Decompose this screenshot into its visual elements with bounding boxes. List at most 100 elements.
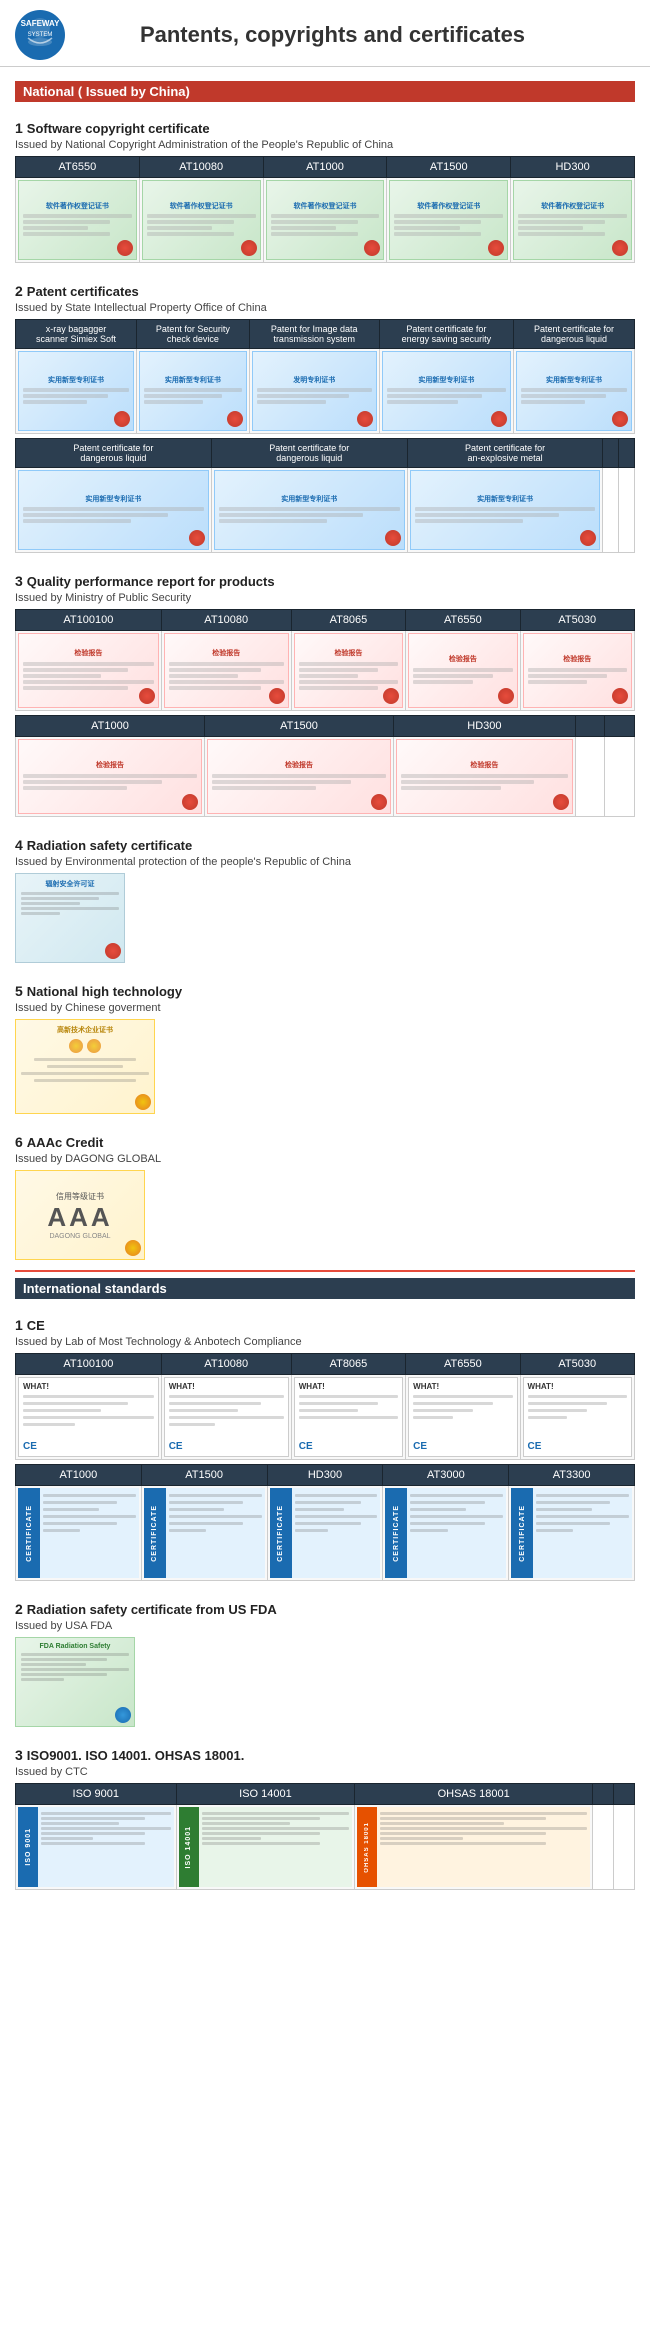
col-iso14001: ISO 14001 xyxy=(176,1784,355,1805)
cert-cell: 发明专利证书 xyxy=(249,349,379,434)
item-6-title: AAAc Credit xyxy=(27,1135,104,1150)
intl-item-3-title: ISO9001. ISO 14001. OHSAS 18001. xyxy=(27,1748,245,1763)
col-iso-empty1 xyxy=(592,1784,613,1805)
cert-cell: 检验报告 xyxy=(16,737,205,817)
col-at1000b: AT1000 xyxy=(16,716,205,737)
item-1-title: Software copyright certificate xyxy=(27,121,210,136)
item-1-table: AT6550 AT10080 AT1000 AT1500 HD300 软件著作权… xyxy=(15,156,635,263)
intl-item-2-title: Radiation safety certificate from US FDA xyxy=(27,1602,277,1617)
ce-cert-cell-vertical: CERTIFICATE xyxy=(509,1486,635,1581)
col-empty4 xyxy=(605,716,635,737)
col-at3000-ce: AT3000 xyxy=(383,1465,509,1486)
col-dangerous: Patent certificate fordangerous liquid xyxy=(513,320,634,349)
item-6-number: 6 xyxy=(15,1134,23,1150)
ce-cert-cell: WHAT! CE xyxy=(161,1375,291,1460)
intl-item-3-section: 3 ISO9001. ISO 14001. OHSAS 18001. Issue… xyxy=(15,1737,635,1890)
item-4-title: Radiation safety certificate xyxy=(27,838,192,853)
col-at6550-ce: AT6550 xyxy=(406,1354,520,1375)
item-3-issuer: Issued by Ministry of Public Security xyxy=(15,592,635,604)
aaa-cert-card: 信用等级证书 AAA DAGONG GLOBAL xyxy=(15,1170,145,1260)
item-5-title: National high technology xyxy=(27,984,182,999)
cert-cell-empty xyxy=(619,468,635,553)
col-at5030: AT5030 xyxy=(520,610,634,631)
col-iso9001: ISO 9001 xyxy=(16,1784,177,1805)
cert-cell: 软件著作权登记证书 xyxy=(139,178,263,263)
page-title: Pantents, copyrights and certificates xyxy=(90,22,635,48)
intl-item-2-issuer: Issued by USA FDA xyxy=(15,1620,635,1632)
item-3-section: 3 Quality performance report for product… xyxy=(15,563,635,817)
cert-cell-empty xyxy=(603,468,619,553)
logo-circle: SAFEWAY SYSTEM xyxy=(15,10,65,60)
intl-item-3-issuer: Issued by CTC xyxy=(15,1766,635,1778)
ce-cert-cell-vertical: CERTIFICATE xyxy=(16,1486,142,1581)
ce-cert-cell: WHAT! CE xyxy=(520,1375,634,1460)
col-hd300: HD300 xyxy=(511,157,635,178)
intl-item-1-table2: AT1000 AT1500 HD300 AT3000 AT3300 CERTIF… xyxy=(15,1464,635,1581)
intl-item-3-number: 3 xyxy=(15,1747,23,1763)
col-security: Patent for Securitycheck device xyxy=(137,320,250,349)
col-hd300-ce: HD300 xyxy=(267,1465,383,1486)
col-imagedata: Patent for Image datatransmission system xyxy=(249,320,379,349)
cert-cell-empty xyxy=(575,737,605,817)
main-content: National ( Issued by China) 1 Software c… xyxy=(0,67,650,1910)
cert-cell: 实用新型专利证书 xyxy=(379,349,513,434)
ce-cert-cell-vertical: CERTIFICATE xyxy=(141,1486,267,1581)
item-1-number: 1 xyxy=(15,120,23,136)
item-5-issuer: Issued by Chinese goverment xyxy=(15,1002,635,1014)
intl-item-1-section: 1 CE Issued by Lab of Most Technology & … xyxy=(15,1307,635,1581)
international-section-header: International standards xyxy=(15,1278,635,1299)
col-at100100-ce: AT100100 xyxy=(16,1354,162,1375)
col-at100100: AT100100 xyxy=(16,610,162,631)
col-at1000-ce: AT1000 xyxy=(16,1465,142,1486)
intl-item-1-table1: AT100100 AT10080 AT8065 AT6550 AT5030 WH… xyxy=(15,1353,635,1460)
col-empty2 xyxy=(619,439,635,468)
col-at10080-ce: AT10080 xyxy=(161,1354,291,1375)
col-empty1 xyxy=(603,439,619,468)
col-danger2: Patent certificate fordangerous liquid xyxy=(16,439,212,468)
item-6-section: 6 AAAc Credit Issued by DAGONG GLOBAL 信用… xyxy=(15,1124,635,1260)
ce-cert-cell: WHAT! CE xyxy=(16,1375,162,1460)
ce-cert-cell: WHAT! CE xyxy=(291,1375,405,1460)
cert-cell: 检验报告 xyxy=(406,631,520,711)
col-danger3: Patent certificate fordangerous liquid xyxy=(211,439,407,468)
cert-cell: 实用新型专利证书 xyxy=(137,349,250,434)
cert-cell: 检验报告 xyxy=(16,631,162,711)
col-empty3 xyxy=(575,716,605,737)
item-2-number: 2 xyxy=(15,283,23,299)
cert-cell: 检验报告 xyxy=(205,737,394,817)
high-tech-cert-card: 高新技术企业证书 xyxy=(15,1019,155,1114)
item-2-table1: x-ray bagaggerscanner Simiex Soft Patent… xyxy=(15,319,635,434)
item-4-issuer: Issued by Environmental protection of th… xyxy=(15,856,635,868)
item-3-number: 3 xyxy=(15,573,23,589)
intl-item-2-number: 2 xyxy=(15,1601,23,1617)
iso-cert-cell: ISO 14001 xyxy=(176,1805,355,1890)
cert-cell: 实用新型专利证书 xyxy=(513,349,634,434)
iso-empty-cell xyxy=(613,1805,634,1890)
col-at1500-ce: AT1500 xyxy=(141,1465,267,1486)
section-divider xyxy=(15,1270,635,1272)
item-5-section: 5 National high technology Issued by Chi… xyxy=(15,973,635,1114)
logo: SAFEWAY SYSTEM xyxy=(15,10,75,60)
ce-cert-cell: WHAT! CE xyxy=(406,1375,520,1460)
intl-item-2-section: 2 Radiation safety certificate from US F… xyxy=(15,1591,635,1727)
cert-cell: 实用新型专利证书 xyxy=(16,468,212,553)
fda-cert-card: FDA Radiation Safety xyxy=(15,1637,135,1727)
ohsas-cert-cell: OHSAS 18001 xyxy=(355,1805,593,1890)
col-iso-empty2 xyxy=(613,1784,634,1805)
svg-text:SYSTEM: SYSTEM xyxy=(28,32,53,38)
item-2-section: 2 Patent certificates Issued by State In… xyxy=(15,273,635,553)
item-4-section: 4 Radiation safety certificate Issued by… xyxy=(15,827,635,963)
cert-cell: 软件著作权登记证书 xyxy=(263,178,387,263)
col-at10080b: AT10080 xyxy=(161,610,291,631)
item-1-section: 1 Software copyright certificate Issued … xyxy=(15,110,635,263)
ce-cert-cell-vertical: CERTIFICATE xyxy=(383,1486,509,1581)
item-5-number: 5 xyxy=(15,983,23,999)
cert-cell: 软件著作权登记证书 xyxy=(16,178,140,263)
col-at5030-ce: AT5030 xyxy=(520,1354,634,1375)
intl-item-1-title: CE xyxy=(27,1318,45,1333)
col-hd300b: HD300 xyxy=(394,716,576,737)
cert-cell: 检验报告 xyxy=(520,631,634,711)
cert-cell: 检验报告 xyxy=(291,631,405,711)
intl-item-1-issuer: Issued by Lab of Most Technology & Anbot… xyxy=(15,1336,635,1348)
col-at1500b: AT1500 xyxy=(205,716,394,737)
